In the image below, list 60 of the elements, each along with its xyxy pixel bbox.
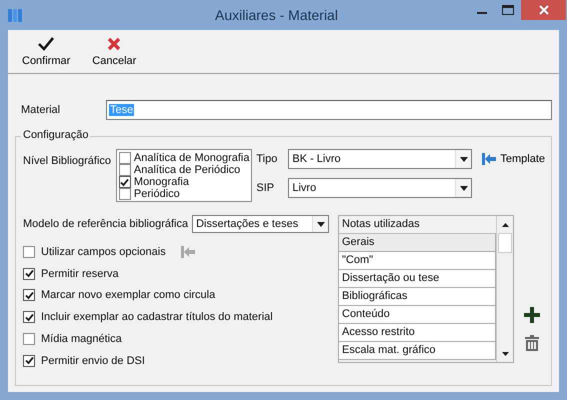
scrollbar[interactable]	[496, 216, 513, 362]
group-title: Configuração	[21, 129, 90, 141]
plus-icon	[524, 307, 540, 323]
back-arrow-icon	[481, 152, 498, 166]
table-row[interactable]: Conteúdo	[339, 306, 496, 324]
up-arrow-icon	[502, 222, 508, 226]
checkbox[interactable]	[118, 164, 131, 176]
field-label: Material	[20, 104, 62, 116]
checkbox-label: Incluir exemplar ao cadastrar títulos do material	[41, 311, 273, 324]
dropdown[interactable]: Dissertações e teses	[192, 215, 330, 233]
field-label: SIP	[256, 182, 276, 194]
caret-icon	[316, 222, 325, 226]
table-row[interactable]: Acesso restrito	[339, 324, 496, 342]
checkbox[interactable]	[118, 188, 131, 200]
add-button[interactable]	[522, 305, 542, 325]
table-row[interactable]: "Com"	[339, 252, 496, 270]
cancel-button[interactable]: Cancelar	[88, 36, 140, 67]
checkbox-label: Analítica de Monografia	[134, 152, 250, 164]
confirm-button[interactable]: Confirmar	[18, 36, 74, 67]
field-label: Modelo de referência bibliográfica	[23, 218, 188, 230]
table-row[interactable]: Dissertação ou tese	[339, 270, 496, 288]
maximize-icon	[502, 5, 514, 15]
dropdown[interactable]: Livro	[288, 178, 472, 198]
checkbox-label: Monografia	[134, 176, 189, 188]
checkbox[interactable]	[23, 246, 35, 258]
table-row[interactable]: Escala mat. gráfico	[339, 342, 496, 360]
caret-icon	[460, 186, 468, 190]
checkbox-label: Permitir envio de DSI	[41, 354, 145, 367]
checkmark-icon	[37, 36, 56, 52]
checkbox[interactable]	[118, 176, 131, 188]
checkbox[interactable]	[23, 289, 35, 302]
column-header: Notas utilizadas	[339, 216, 496, 234]
window-title: Auxiliares - Material	[214, 7, 339, 23]
checkbox-label: Analítica de Periódico	[134, 164, 240, 176]
checkbox-label: Marcar novo exemplar como circula	[41, 289, 216, 302]
checkbox-label: Periódico	[134, 188, 180, 200]
down-arrow-icon	[502, 352, 508, 356]
field-label: Tipo	[256, 153, 278, 165]
field-label: Nível Bibliográfico	[23, 155, 112, 167]
checkbox[interactable]	[23, 354, 35, 367]
scrollbar-thumb[interactable]	[498, 233, 512, 253]
minimize-icon	[477, 12, 487, 14]
checkbox[interactable]	[118, 152, 131, 164]
books-icon	[6, 6, 24, 24]
checkbox-label: Utilizar campos opcionais	[41, 246, 166, 258]
dropdown[interactable]: BK - Livro	[288, 149, 472, 169]
trash-icon	[525, 335, 539, 351]
close-icon	[106, 36, 122, 52]
template-button[interactable]: Template	[481, 152, 545, 166]
checkbox[interactable]	[23, 311, 35, 324]
table-row[interactable]: Bibliográficas	[339, 288, 496, 306]
delete-button[interactable]	[523, 333, 541, 353]
close-icon	[538, 5, 548, 15]
checkbox[interactable]	[23, 268, 35, 280]
checkbox-label: Mídia magnética	[41, 333, 122, 346]
close-button[interactable]	[521, 0, 566, 20]
checkbox[interactable]	[23, 333, 35, 346]
checkbox-label: Permitir reserva	[41, 268, 119, 280]
table-row[interactable]: Gerais	[339, 234, 496, 252]
caret-icon	[460, 156, 468, 162]
